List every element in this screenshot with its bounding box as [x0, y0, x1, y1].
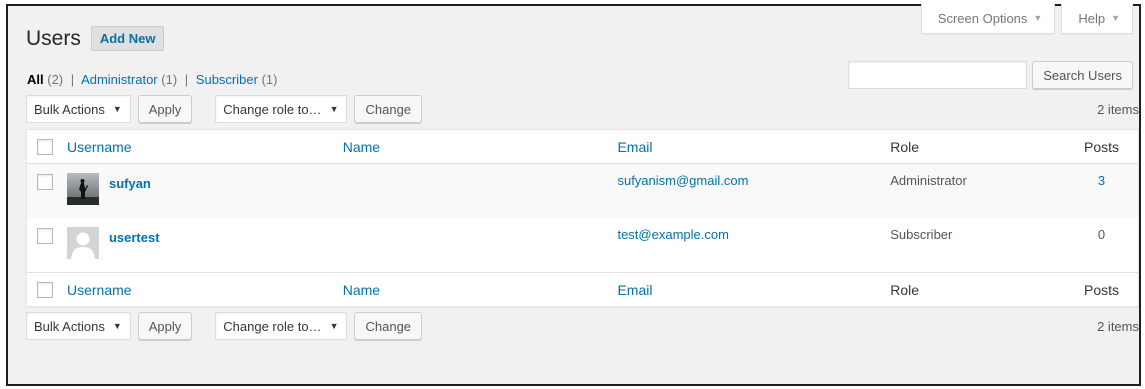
table-footer-row: Username Name Email Role Posts — [27, 272, 1138, 306]
help-label: Help — [1078, 10, 1106, 26]
caret-down-icon: ▼ — [329, 321, 339, 331]
bulk-actions-label: Bulk Actions — [34, 318, 105, 334]
bulk-actions-select[interactable]: Bulk Actions ▼ — [26, 312, 131, 340]
row-checkbox[interactable] — [37, 228, 53, 244]
column-name-footer[interactable]: Name — [343, 282, 380, 298]
table-row: usertest test@example.com Subscriber 0 — [27, 218, 1138, 272]
role-cell: Subscriber — [890, 227, 953, 242]
row-checkbox[interactable] — [37, 174, 53, 190]
search-box: Search Users — [848, 61, 1133, 89]
triangle-down-icon: ▼ — [1111, 13, 1120, 23]
filter-administrator-link[interactable]: Administrator — [81, 72, 158, 87]
caret-down-icon: ▼ — [112, 321, 122, 331]
column-posts-footer: Posts — [1084, 281, 1120, 298]
users-table: Username Name Email Role Posts sufyan su… — [26, 129, 1139, 307]
email-link[interactable]: sufyanism@gmail.com — [617, 173, 748, 188]
filter-subscriber-count: (1) — [261, 72, 278, 87]
filter-all-count: (2) — [47, 72, 64, 87]
column-username-footer[interactable]: Username — [67, 282, 132, 298]
filter-administrator-count: (1) — [161, 72, 178, 87]
search-input[interactable] — [848, 61, 1028, 89]
username-link[interactable]: usertest — [109, 230, 160, 245]
items-count: 2 items — [1097, 318, 1139, 334]
change-role-label: Change role to… — [223, 318, 322, 334]
admin-content-frame: Screen Options ▼ Help ▼ Users Add New Al… — [6, 4, 1141, 386]
bulk-actions-select[interactable]: Bulk Actions ▼ — [26, 95, 131, 123]
column-email-header[interactable]: Email — [617, 139, 652, 155]
filter-separator: | — [70, 72, 75, 87]
help-tab[interactable]: Help ▼ — [1061, 4, 1133, 34]
filter-subscriber-link[interactable]: Subscriber — [196, 72, 258, 87]
select-all-checkbox[interactable] — [37, 138, 53, 155]
filter-separator: | — [184, 72, 189, 87]
triangle-down-icon: ▼ — [1033, 13, 1043, 23]
page-header: Users Add New — [26, 26, 165, 51]
role-cell: Administrator — [890, 173, 967, 188]
screen-options-label: Screen Options — [937, 10, 1028, 26]
page-title: Users — [26, 26, 81, 50]
apply-button[interactable]: Apply — [137, 95, 193, 123]
items-count: 2 items — [1097, 101, 1139, 117]
column-role-header: Role — [890, 138, 920, 155]
role-filter-links: All (2) | Administrator (1) | Subscriber… — [27, 72, 277, 87]
change-button[interactable]: Change — [354, 312, 423, 340]
bulk-actions-label: Bulk Actions — [34, 101, 105, 117]
apply-button[interactable]: Apply — [137, 312, 193, 340]
posts-count-link[interactable]: 3 — [1098, 173, 1105, 188]
screen-meta-links: Screen Options ▼ Help ▼ — [920, 4, 1133, 34]
caret-down-icon: ▼ — [329, 104, 339, 114]
filter-all-link[interactable]: All — [27, 72, 44, 87]
table-header-row: Username Name Email Role Posts — [27, 130, 1138, 164]
table-row: sufyan sufyanism@gmail.com Administrator… — [27, 164, 1138, 218]
change-role-label: Change role to… — [223, 101, 322, 117]
select-all-checkbox[interactable] — [37, 281, 53, 298]
change-role-select[interactable]: Change role to… ▼ — [215, 312, 348, 340]
search-users-button[interactable]: Search Users — [1032, 61, 1133, 89]
column-username-header[interactable]: Username — [67, 139, 132, 155]
column-role-footer: Role — [890, 281, 920, 298]
column-name-header[interactable]: Name — [343, 139, 380, 155]
change-button[interactable]: Change — [354, 95, 423, 123]
posts-count: 0 — [1097, 227, 1106, 242]
change-role-select[interactable]: Change role to… ▼ — [215, 95, 348, 123]
screen-options-tab[interactable]: Screen Options ▼ — [920, 4, 1056, 34]
tablenav-top: Bulk Actions ▼ Apply Change role to… ▼ C… — [26, 95, 1139, 123]
default-avatar-icon — [66, 227, 99, 259]
add-new-button[interactable]: Add New — [90, 26, 165, 51]
caret-down-icon: ▼ — [112, 104, 122, 114]
email-link[interactable]: test@example.com — [617, 227, 728, 242]
tablenav-bottom: Bulk Actions ▼ Apply Change role to… ▼ C… — [26, 312, 1139, 340]
column-posts-header: Posts — [1084, 138, 1120, 155]
username-link[interactable]: sufyan — [109, 176, 151, 191]
photo-avatar-icon — [66, 173, 99, 205]
column-email-footer[interactable]: Email — [617, 282, 652, 298]
